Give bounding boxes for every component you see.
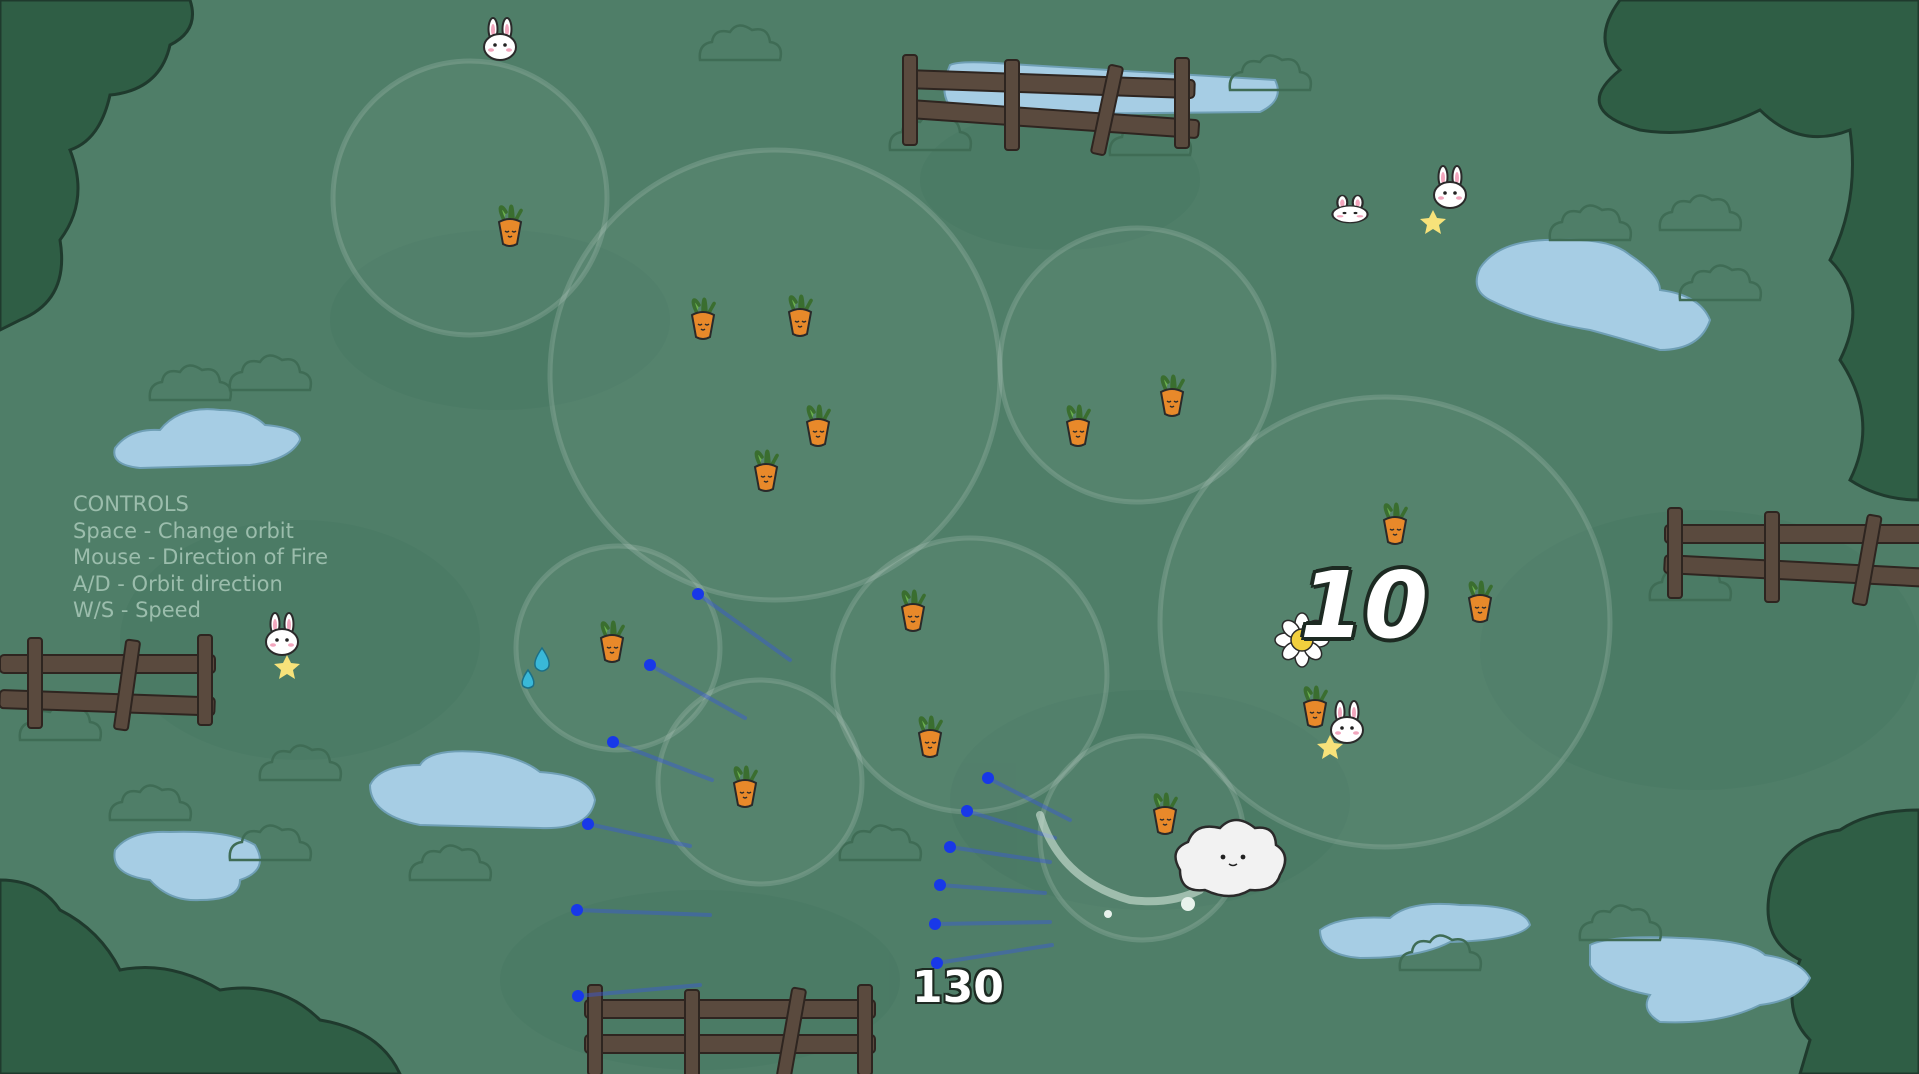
controls-line-speed: W/S - Speed [73,598,201,622]
tree-canopy-bottom-left [0,878,402,1074]
tree-canopy-top-right [1597,0,1919,502]
score-counter: 130 [912,962,1004,1013]
combo-counter: 10 [1300,552,1429,659]
game-stage[interactable]: CONTROLS Space - Change orbit Mouse - Di… [0,0,1919,1074]
controls-line-fire: Mouse - Direction of Fire [73,545,329,569]
controls-line-direction: A/D - Orbit direction [73,571,283,596]
tree-canopy-top-left [0,0,194,332]
controls-help: CONTROLS Space - Change orbit Mouse - Di… [73,491,328,624]
controls-title: CONTROLS [73,492,189,516]
controls-line-orbit: Space - Change orbit [73,518,294,543]
tree-canopy-bottom-right [1766,808,1919,1074]
